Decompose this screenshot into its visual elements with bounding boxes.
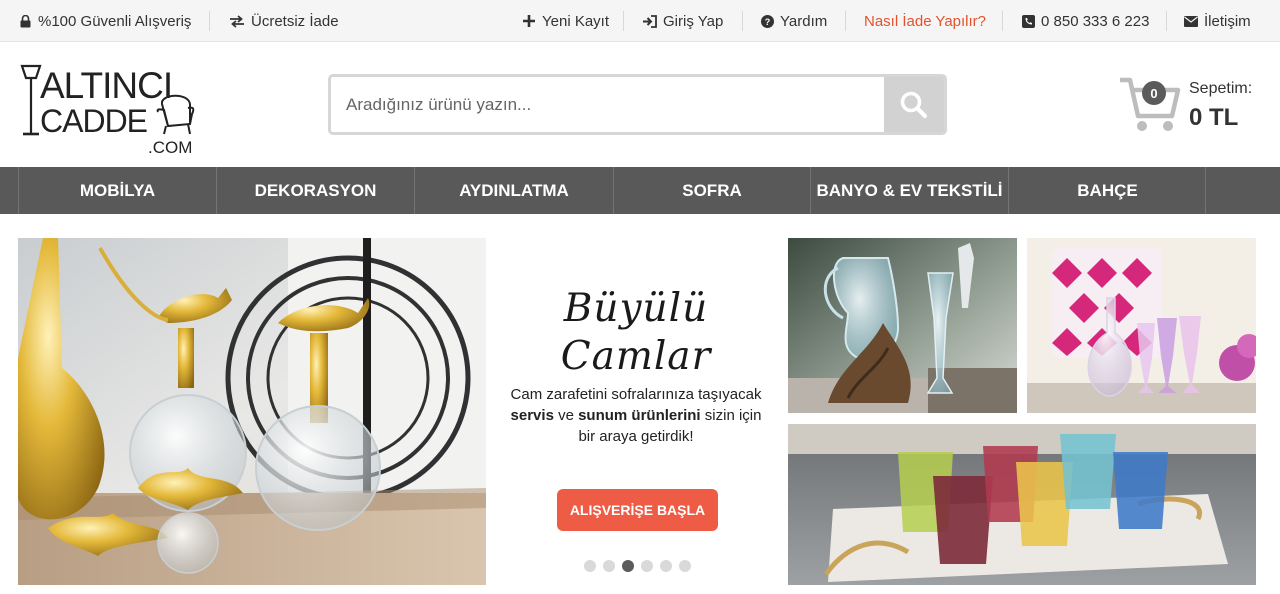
svg-text:?: ? <box>764 17 770 27</box>
site-logo[interactable]: ALTINCI CADDE .COM <box>18 64 196 157</box>
envelope-icon <box>1184 14 1198 28</box>
register-label: Yeni Kayıt <box>542 12 609 30</box>
svg-text:.COM: .COM <box>148 138 192 156</box>
search-button[interactable] <box>884 77 944 132</box>
slider-dot-2[interactable] <box>603 560 615 572</box>
nav-item-sofra[interactable]: SOFRA <box>613 167 810 214</box>
sign-in-icon <box>643 14 657 28</box>
nav-item-bahce[interactable]: BAHÇE <box>1008 167 1206 214</box>
secure-shopping-label: %100 Güvenli Alışveriş <box>38 12 192 30</box>
divider <box>1002 11 1003 31</box>
phone-icon <box>1021 14 1035 28</box>
phone-number: 0 850 333 6 223 <box>1041 12 1150 30</box>
login-link[interactable]: Giriş Yap <box>643 0 723 42</box>
phone-link[interactable]: 0 850 333 6 223 <box>1021 0 1149 42</box>
nav-divider-end <box>1205 167 1206 214</box>
slider-dot-6[interactable] <box>679 560 691 572</box>
lock-icon <box>18 14 32 28</box>
main-nav: MOBİLYA DEKORASYON AYDINLATMA SOFRA BANY… <box>0 167 1280 214</box>
hero-banner-text: Büyülü Camlar Cam zarafetini sofralarını… <box>486 238 786 585</box>
cart-total: 0 TL <box>1189 104 1239 131</box>
divider <box>742 11 743 31</box>
secure-shopping-info: %100 Güvenli Alışveriş <box>18 0 191 42</box>
search-icon <box>900 91 928 118</box>
hero-desc-line2: servis ve sunum ürünlerini sizin için <box>510 407 762 424</box>
contact-label: İletişim <box>1204 12 1251 30</box>
promo-tile-colored-glasses[interactable] <box>788 424 1256 585</box>
hero-title-line1: Büyülü <box>563 286 709 331</box>
nav-item-banyo-ev-tekstili[interactable]: BANYO & EV TEKSTİLİ <box>810 167 1008 214</box>
nav-item-aydinlatma[interactable]: AYDINLATMA <box>414 167 613 214</box>
divider <box>845 11 846 31</box>
slider-dot-4[interactable] <box>641 560 653 572</box>
hero-banner-image[interactable] <box>18 238 486 585</box>
search-input[interactable] <box>331 77 886 132</box>
divider <box>623 11 624 31</box>
question-circle-icon: ? <box>760 14 774 28</box>
slider-dots <box>584 560 691 572</box>
cart-title: Sepetim: <box>1189 80 1253 97</box>
nav-item-mobilya[interactable]: MOBİLYA <box>18 167 216 214</box>
free-return-label: Ücretsiz İade <box>251 12 339 30</box>
hero-desc-line1: Cam zarafetini sofralarınıza taşıyacak <box>510 386 762 403</box>
slider-dot-3[interactable] <box>622 560 634 572</box>
svg-text:ALTINCI: ALTINCI <box>40 65 172 106</box>
help-link[interactable]: ? Yardım <box>760 0 827 42</box>
promo-tile-decanter-set[interactable] <box>1027 238 1256 413</box>
login-label: Giriş Yap <box>663 12 724 30</box>
contact-link[interactable]: İletişim <box>1184 0 1251 42</box>
how-to-return-link[interactable]: Nasıl İade Yapılır? <box>864 0 986 42</box>
svg-text:CADDE: CADDE <box>40 103 147 139</box>
divider <box>209 11 210 31</box>
plus-icon <box>522 14 536 28</box>
slider-dot-1[interactable] <box>584 560 596 572</box>
top-bar: %100 Güvenli Alışveriş Ücretsiz İade Yen… <box>0 0 1280 42</box>
register-link[interactable]: Yeni Kayıt <box>522 0 609 42</box>
hero-desc-line3: bir araya getirdik! <box>578 428 694 445</box>
nav-item-dekorasyon[interactable]: DEKORASYON <box>216 167 414 214</box>
search-bar <box>328 74 947 135</box>
free-return-info: Ücretsiz İade <box>229 0 339 42</box>
start-shopping-button[interactable]: ALIŞVERİŞE BAŞLA <box>557 489 718 531</box>
exchange-icon <box>229 14 245 28</box>
how-to-return-label: Nasıl İade Yapılır? <box>864 12 987 30</box>
cart-count-badge: 0 <box>1142 81 1166 105</box>
hero-title-line2: Camlar <box>560 334 712 379</box>
cart-widget[interactable]: 0 Sepetim: 0 TL <box>1118 72 1268 136</box>
hero-description: Cam zarafetini sofralarınıza taşıyacak s… <box>486 384 786 447</box>
slider-dot-5[interactable] <box>660 560 672 572</box>
promo-tile-glass-jug[interactable] <box>788 238 1017 413</box>
divider <box>1166 11 1167 31</box>
help-label: Yardım <box>780 12 828 30</box>
